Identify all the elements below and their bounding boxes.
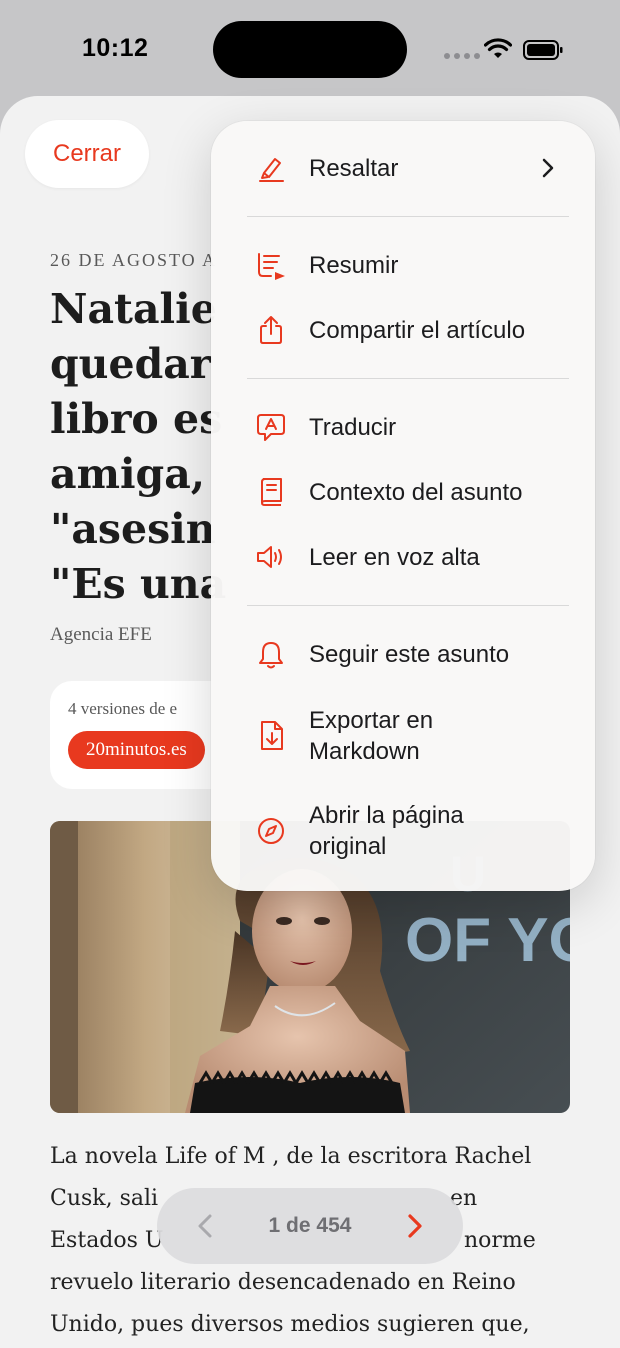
chevron-right-icon <box>542 158 554 178</box>
share-icon <box>255 314 287 346</box>
article-agency: Agencia EFE <box>50 624 152 645</box>
menu-item-label-line: Exportar en <box>309 707 434 734</box>
menu-item-label: Exportar en Markdown <box>309 705 433 767</box>
menu-item-label: Traducir <box>309 413 397 441</box>
menu-separator <box>247 378 569 379</box>
menu-item-highlight[interactable]: Resaltar <box>211 151 595 185</box>
cellular-signal-icon <box>444 53 480 59</box>
menu-item-label: Abrir la página original <box>309 800 464 862</box>
menu-item-read-aloud[interactable]: Leer en voz alta <box>211 540 595 574</box>
bell-icon <box>255 638 287 670</box>
chevron-right-icon[interactable] <box>407 1213 423 1239</box>
menu-item-share[interactable]: Compartir el artículo <box>211 313 595 347</box>
body-line: revuelo literario desencadenado en Reino <box>50 1270 516 1295</box>
body-line-start: Estados U <box>50 1228 164 1253</box>
menu-item-label: Resumir <box>309 251 399 279</box>
battery-icon <box>523 40 563 60</box>
chevron-left-icon[interactable] <box>197 1213 213 1239</box>
menu-item-label-line: Markdown <box>309 738 420 765</box>
menu-separator <box>247 216 569 217</box>
dynamic-island <box>213 21 407 78</box>
menu-item-follow[interactable]: Seguir este asunto <box>211 637 595 671</box>
body-line-end: norme <box>464 1228 536 1253</box>
menu-item-summarize[interactable]: Resumir <box>211 248 595 282</box>
context-menu: Resaltar Resumir Compartir el artículo T… <box>211 121 595 891</box>
menu-item-export-markdown[interactable]: Exportar en Markdown <box>211 703 595 769</box>
source-pill[interactable]: 20minutos.es <box>68 731 205 769</box>
menu-item-open-original[interactable]: Abrir la página original <box>211 798 595 864</box>
book-icon <box>255 476 287 508</box>
versions-label: 4 versiones de e <box>68 699 178 718</box>
body-line-start: Cusk, sali <box>50 1186 159 1211</box>
compass-icon <box>255 815 287 847</box>
menu-item-label: Resaltar <box>309 154 399 182</box>
menu-item-label: Seguir este asunto <box>309 640 510 668</box>
export-icon <box>255 720 287 752</box>
menu-item-label: Compartir el artículo <box>309 316 526 344</box>
menu-item-label: Contexto del asunto <box>309 478 523 506</box>
body-line: Unido, pues diversos medios sugieren que… <box>50 1312 530 1337</box>
svg-text:OF YO: OF YO <box>405 906 570 975</box>
menu-separator <box>247 605 569 606</box>
status-time: 10:12 <box>82 34 149 62</box>
menu-item-translate[interactable]: Traducir <box>211 410 595 444</box>
pager-count: 1 de 454 <box>268 1214 352 1237</box>
menu-item-label: Leer en voz alta <box>309 543 480 571</box>
speaker-icon <box>255 541 287 573</box>
article-date: 26 DE AGOSTO A <box>50 250 218 270</box>
status-bar: 10:12 <box>0 0 620 96</box>
body-line: La novela Life of M , de la escritora Ra… <box>50 1144 532 1169</box>
highlighter-icon <box>255 152 287 184</box>
menu-item-label-line: original <box>309 833 387 860</box>
article-pager: 1 de 454 <box>157 1188 463 1264</box>
summarize-icon <box>255 249 287 281</box>
close-button[interactable]: Cerrar <box>25 120 149 188</box>
wifi-icon <box>484 38 512 58</box>
translate-icon <box>255 411 287 443</box>
menu-item-context[interactable]: Contexto del asunto <box>211 475 595 509</box>
menu-item-label-line: Abrir la página <box>309 802 464 829</box>
